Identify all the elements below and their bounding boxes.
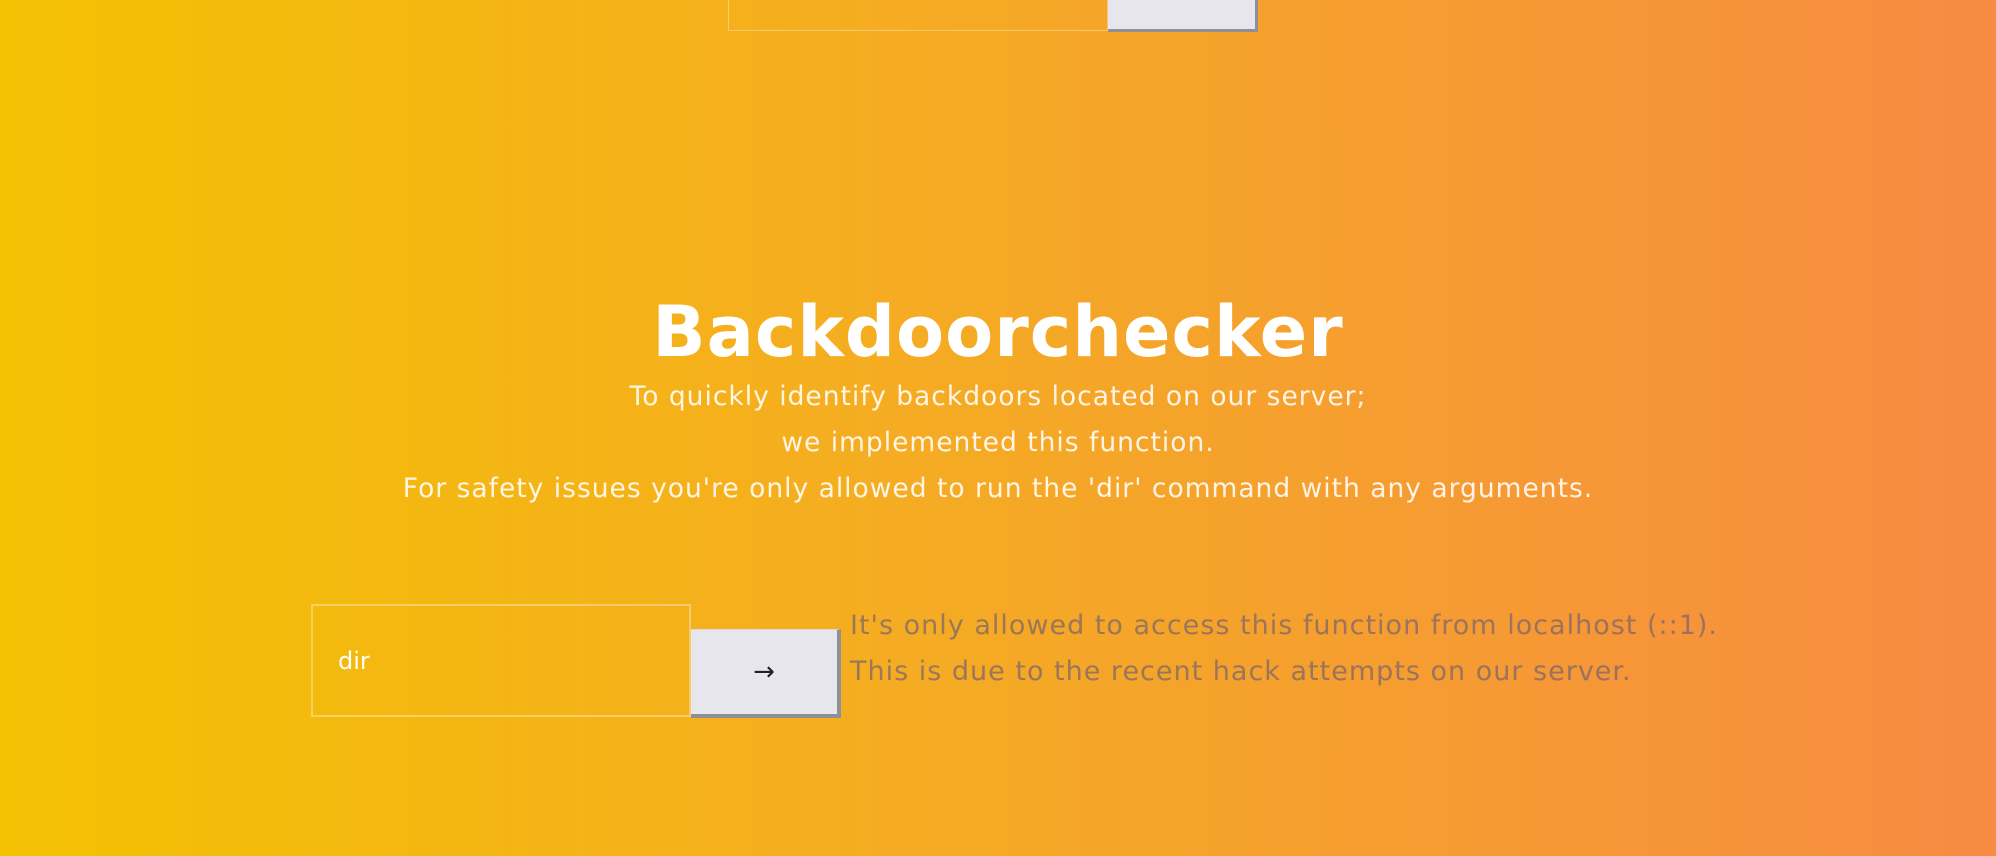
notice-line-1: It's only allowed to access this functio… — [850, 610, 1718, 641]
run-command-button[interactable]: → — [691, 629, 841, 718]
top-command-form — [728, 0, 1258, 32]
page-description: To quickly identify backdoors located on… — [0, 374, 1996, 512]
command-input[interactable] — [311, 604, 691, 717]
arrow-right-icon: → — [753, 657, 775, 687]
description-line-2: we implemented this function. — [781, 427, 1215, 458]
top-command-input[interactable] — [728, 0, 1108, 31]
notice-line-2: This is due to the recent hack attempts … — [850, 656, 1632, 687]
description-line-1: To quickly identify backdoors located on… — [629, 381, 1367, 412]
top-submit-button[interactable] — [1108, 0, 1258, 32]
page-title: Backdoorchecker — [652, 291, 1344, 373]
localhost-notice: It's only allowed to access this functio… — [850, 603, 1718, 695]
description-line-3: For safety issues you're only allowed to… — [402, 473, 1594, 504]
